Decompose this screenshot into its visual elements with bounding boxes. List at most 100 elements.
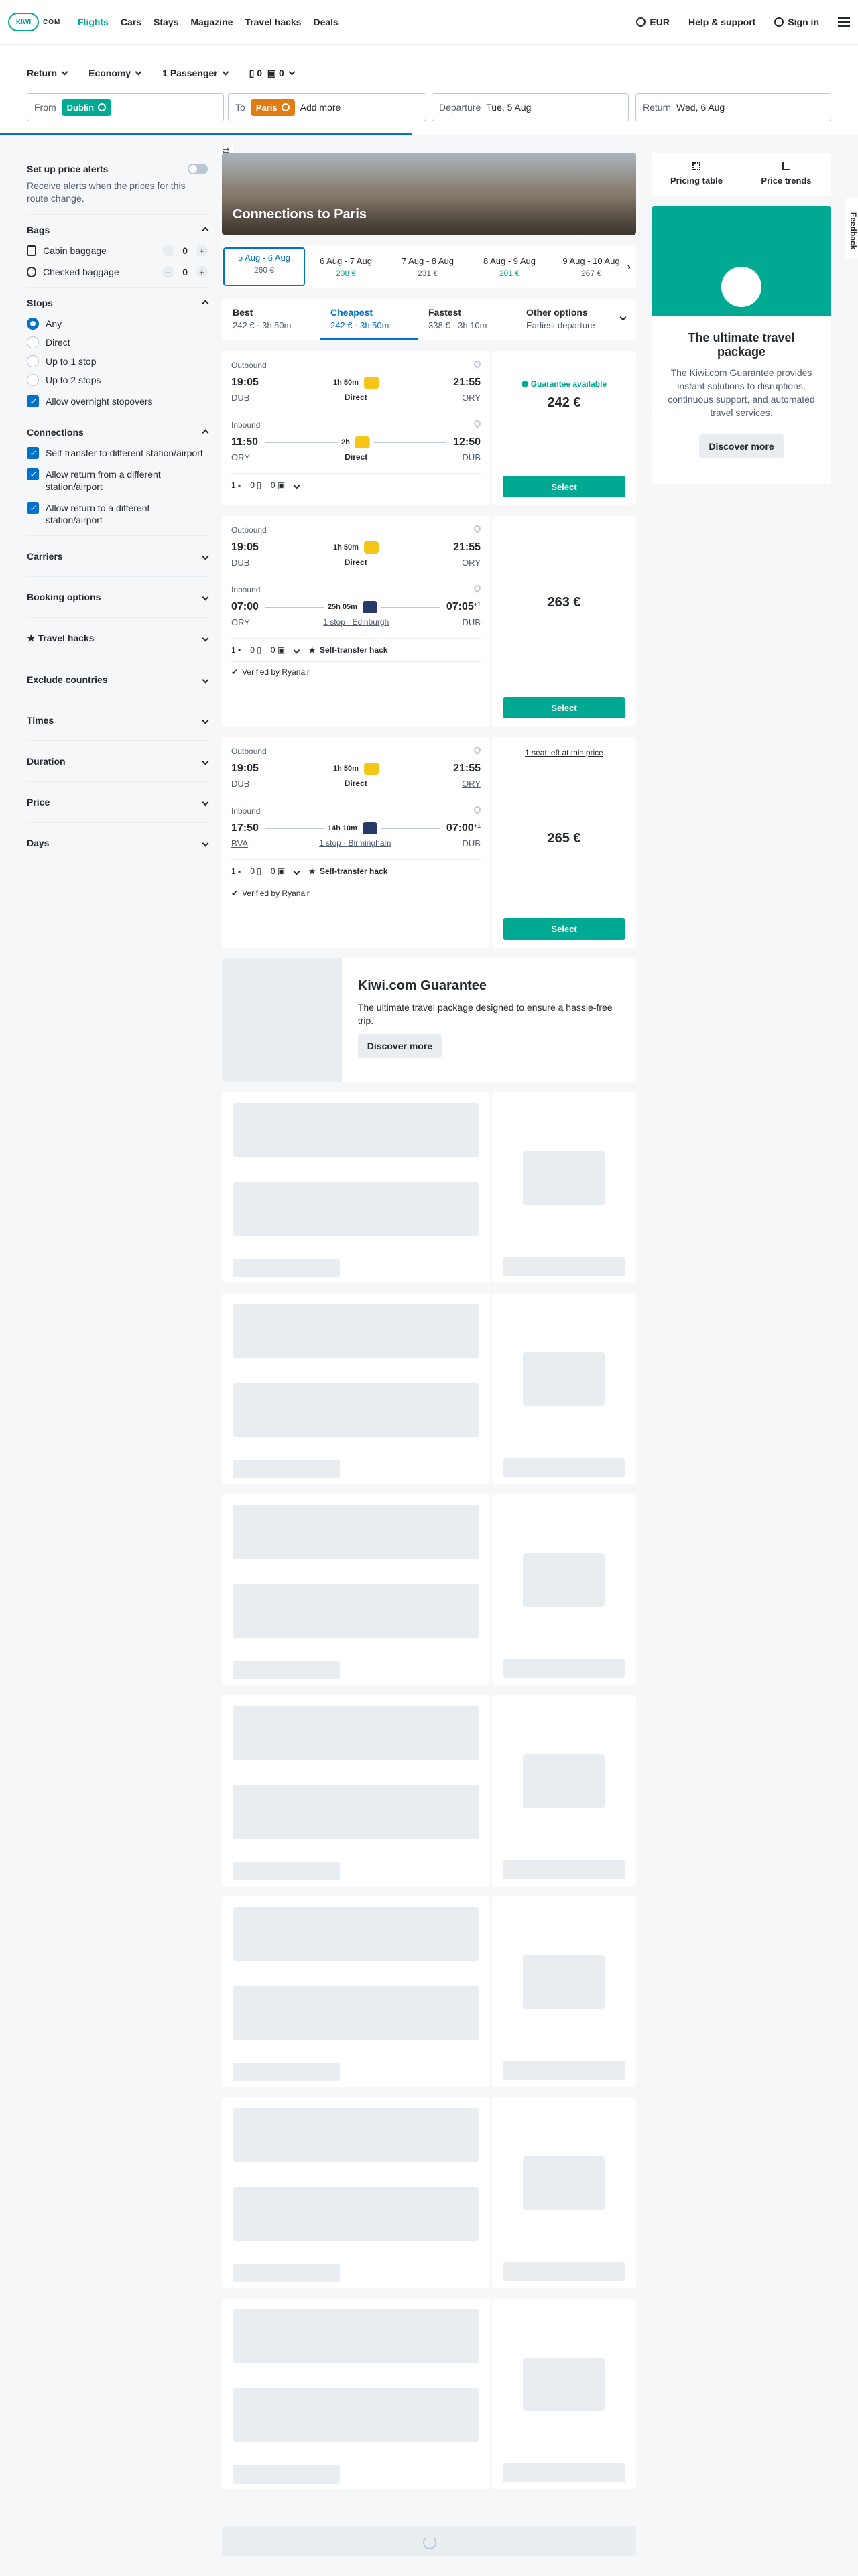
select-button[interactable]: Select	[503, 476, 625, 497]
bags-filter-header[interactable]: Bags	[27, 224, 209, 235]
cabin-select[interactable]: Economy	[88, 68, 142, 79]
from-field[interactable]: From Dublin	[27, 93, 224, 121]
checkmark-icon[interactable]: ✓	[27, 395, 39, 407]
chevron-down-icon[interactable]	[293, 868, 300, 875]
radio[interactable]	[27, 374, 39, 386]
date-option[interactable]: 7 Aug - 8 Aug 231 €	[387, 252, 469, 282]
carriers-filter[interactable]: Carriers	[27, 536, 209, 577]
price-alerts-toggle[interactable]	[188, 164, 208, 174]
pin-icon[interactable]	[472, 359, 483, 369]
nav-link-cars[interactable]: Cars	[121, 17, 141, 27]
plus-icon[interactable]: +	[196, 266, 208, 278]
currency-button[interactable]: EUR	[636, 17, 670, 27]
to-field[interactable]: To Paris Add more	[228, 93, 426, 121]
trip-type-select[interactable]: Return	[27, 68, 68, 79]
sort-tab-other[interactable]: Other options Earliest departure	[515, 299, 623, 340]
plus-icon[interactable]: +	[196, 245, 208, 257]
result-card[interactable]: Outbound 19:05 1h 50m 21:55 DUB Direct ORY I…	[222, 351, 636, 505]
pin-icon[interactable]	[472, 523, 483, 534]
stops-option-direct[interactable]: Direct	[27, 336, 208, 348]
travel-hacks-filter[interactable]: ★ Travel hacks	[27, 618, 209, 659]
self-transfer-hack-badge[interactable]: ★ Self-transfer hack	[308, 645, 387, 655]
times-filter[interactable]: Times	[27, 700, 209, 741]
signin-button[interactable]: Sign in	[774, 17, 819, 27]
nav-link-stays[interactable]: Stays	[154, 17, 178, 27]
pin-icon[interactable]	[472, 745, 483, 755]
seats-left-notice[interactable]: 1 seat left at this price	[492, 748, 636, 757]
chevron-right-icon[interactable]: ›	[627, 261, 631, 273]
close-icon[interactable]	[281, 103, 290, 111]
select-button[interactable]: Select	[503, 918, 625, 940]
cabin-baggage-stepper: −0 +	[162, 245, 208, 257]
return-field[interactable]: Return Wed, 6 Aug	[635, 93, 831, 121]
result-card[interactable]: Outbound 19:05 1h 50m 21:55 DUB Direct ORY I…	[222, 737, 636, 948]
nav-link-flights[interactable]: Flights	[78, 17, 109, 27]
close-icon[interactable]	[98, 103, 107, 111]
date-option[interactable]: 6 Aug - 7 Aug 208 €	[305, 252, 387, 282]
booking-options-filter[interactable]: Booking options	[27, 577, 209, 618]
help-link[interactable]: Help & support	[688, 17, 755, 27]
pricing-table-button[interactable]: Pricing table	[652, 153, 741, 196]
minus-icon[interactable]: −	[162, 245, 175, 257]
loading-spinner	[222, 2526, 636, 2556]
airline-logo-icon	[362, 600, 377, 613]
pin-icon[interactable]	[472, 583, 483, 594]
from-airport[interactable]: BVA	[231, 838, 248, 848]
feedback-tab[interactable]: Feedback	[845, 198, 858, 259]
radio-selected[interactable]	[27, 318, 39, 330]
nav-link-travel-hacks[interactable]: Travel hacks	[245, 17, 301, 27]
result-card[interactable]: Outbound 19:05 1h 50m 21:55 DUB Direct ORY I…	[222, 516, 636, 726]
origin-chip[interactable]: Dublin	[61, 99, 112, 116]
stops-option-1[interactable]: Up to 1 stop	[27, 355, 208, 367]
exclude-countries-filter[interactable]: Exclude countries	[27, 659, 209, 700]
sort-tab-fastest[interactable]: Fastest 338 € · 3h 10m	[418, 299, 515, 340]
price-filter[interactable]: Price	[27, 782, 209, 823]
bags-select[interactable]: ▯ 0 ▣ 0	[249, 68, 296, 79]
stops-option-any[interactable]: Any	[27, 318, 208, 330]
connection-option[interactable]: ✓ Allow return to a different station/air…	[27, 502, 208, 526]
checkmark-icon[interactable]: ✓	[27, 468, 39, 480]
passengers-select[interactable]: 1 Passenger	[162, 68, 229, 79]
radio[interactable]	[27, 336, 39, 348]
days-filter[interactable]: Days	[27, 823, 209, 863]
select-button[interactable]: Select	[503, 697, 625, 718]
stops-info[interactable]: 1 stop · Birmingham	[319, 838, 391, 848]
menu-icon[interactable]	[838, 17, 850, 27]
checkmark-icon[interactable]: ✓	[27, 502, 39, 514]
date-option[interactable]: 5 Aug - 6 Aug 260 €	[223, 247, 305, 286]
to-airport[interactable]: ORY	[462, 779, 481, 789]
price-trends-button[interactable]: Price trends	[741, 153, 831, 196]
bags-filter: Bags Cabin baggage −0 + Checked baggage −…	[27, 215, 209, 288]
minus-icon[interactable]: −	[162, 266, 175, 278]
radio[interactable]	[27, 355, 39, 367]
checkmark-icon[interactable]: ✓	[27, 447, 39, 459]
kiwi-logo[interactable]: KIWI COM	[8, 13, 64, 31]
overnight-label: Allow overnight stopovers	[46, 396, 153, 407]
nav-link-deals[interactable]: Deals	[313, 17, 338, 27]
date-price-carousel: 5 Aug - 6 Aug 260 € 6 Aug - 7 Aug 208 € 7 …	[222, 245, 636, 288]
departure-field[interactable]: Departure Tue, 5 Aug	[432, 93, 629, 121]
self-transfer-hack-badge[interactable]: ★ Self-transfer hack	[308, 866, 387, 876]
stops-option-2[interactable]: Up to 2 stops	[27, 374, 208, 386]
date-option[interactable]: 8 Aug - 9 Aug 201 €	[469, 252, 550, 282]
sort-tab-best[interactable]: Best 242 € · 3h 50m	[222, 299, 320, 340]
pin-icon[interactable]	[472, 418, 483, 429]
chevron-down-icon[interactable]	[293, 482, 300, 489]
sort-tab-cheapest[interactable]: Cheapest 242 € · 3h 50m	[320, 299, 418, 340]
stops-info[interactable]: 1 stop · Edinburgh	[323, 617, 389, 627]
chevron-down-icon[interactable]	[293, 647, 300, 653]
discover-more-button[interactable]: Discover more	[357, 1034, 442, 1058]
duration-filter[interactable]: Duration	[27, 741, 209, 782]
overnight-stopovers-checkbox[interactable]: ✓ Allow overnight stopovers	[27, 395, 208, 407]
date-option[interactable]: 9 Aug - 10 Aug 267 €	[550, 252, 632, 282]
connection-option[interactable]: ✓ Allow return from a different station/a…	[27, 468, 208, 493]
connection-option[interactable]: ✓ Self-transfer to different station/airp…	[27, 447, 208, 459]
stops-filter-header[interactable]: Stops	[27, 298, 209, 308]
promo-discover-more-button[interactable]: Discover more	[699, 434, 784, 458]
departure-time: 19:05	[231, 377, 259, 388]
destination-chip[interactable]: Paris	[250, 99, 295, 116]
connections-filter-header[interactable]: Connections	[27, 427, 209, 438]
checked-bag-count: 0	[270, 480, 275, 490]
pin-icon[interactable]	[472, 804, 483, 815]
nav-link-magazine[interactable]: Magazine	[190, 17, 233, 27]
